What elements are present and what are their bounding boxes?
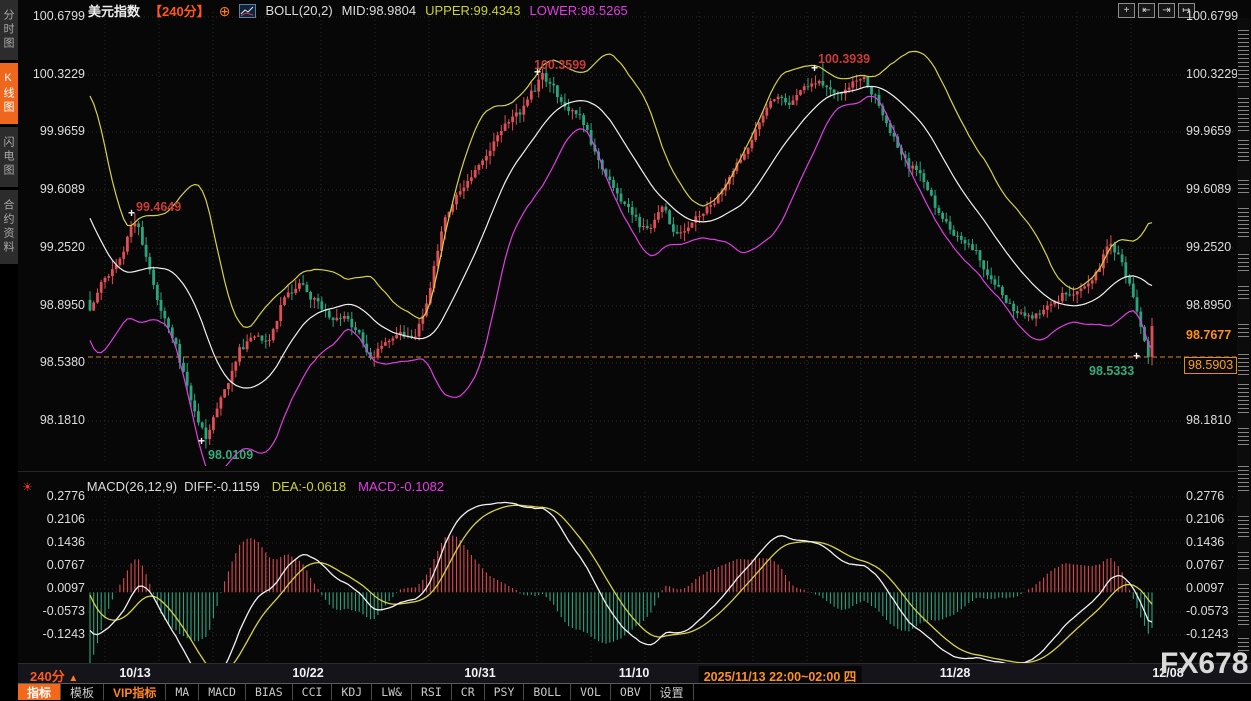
sidebar-item-3[interactable]: 合约资料: [0, 190, 18, 264]
left-sidebar: 分时图 K线图闪电图合约资料: [0, 0, 18, 699]
pan-icon[interactable]: +: [1118, 3, 1135, 18]
indicator-tab-7[interactable]: KDJ: [332, 684, 372, 700]
macd-tick-left: 0.2776: [24, 489, 85, 503]
indicator-tab-5[interactable]: BIAS: [246, 684, 293, 700]
extreme-price-label: 100.3939: [818, 52, 870, 66]
macd-tick-left: 0.0767: [24, 558, 85, 572]
macd-tick-left: 0.2106: [24, 512, 85, 526]
macd-title: MACD(26,12,9): [87, 479, 177, 494]
extreme-marker-icon: +: [128, 206, 135, 220]
indicator-tab-0[interactable]: 指标: [18, 684, 61, 700]
extreme-marker-icon: +: [198, 434, 205, 448]
trading-terminal: 分时图 K线图闪电图合约资料 美元指数 【240分】 ⊕ BOLL(20,2) M…: [0, 0, 1251, 699]
macd-tick-left: 0.1436: [24, 535, 85, 549]
boll-indicator-label: BOLL(20,2): [265, 3, 332, 18]
macd-tick-right: 0.0097: [1186, 581, 1224, 595]
scroll-texture: [1238, 384, 1249, 414]
macd-macd-value: MACD:-0.1082: [358, 479, 444, 494]
sidebar-item-2[interactable]: 闪电图: [0, 127, 18, 187]
indicator-tab-2[interactable]: VIP指标: [104, 684, 166, 700]
macd-tick-right: 0.0767: [1186, 558, 1224, 572]
right-scroll-strip[interactable]: [1237, 18, 1250, 658]
scroll-texture: [1238, 286, 1249, 302]
extreme-price-label: 98.5333: [1089, 364, 1134, 378]
indicator-tab-1[interactable]: 模板: [61, 684, 104, 700]
indicator-tab-14[interactable]: OBV: [611, 684, 651, 700]
indicator-tab-10[interactable]: CR: [452, 684, 485, 700]
scroll-texture: [1238, 552, 1249, 570]
scroll-texture: [1238, 180, 1249, 194]
extreme-marker-icon: +: [811, 61, 818, 75]
extreme-price-label: 100.3599: [534, 58, 586, 72]
symbol-name: 美元指数: [88, 1, 140, 20]
macd-tick-right: 0.2106: [1186, 512, 1224, 526]
macd-tick-right: -0.1243: [1186, 627, 1228, 641]
indicator-tab-6[interactable]: CCI: [293, 684, 333, 700]
extreme-price-label: 99.4649: [136, 200, 181, 214]
time-label: 10/13: [119, 666, 150, 680]
scroll-texture: [1238, 354, 1249, 376]
scroll-texture: [1238, 516, 1249, 538]
period-label: 【240分】: [149, 1, 210, 20]
scroll-texture: [1238, 98, 1249, 134]
scroll-texture: [1238, 254, 1249, 274]
sidebar-item-0[interactable]: 分时图: [0, 0, 18, 60]
boll-mid-value: MID:98.9804: [342, 3, 416, 18]
indicator-tabbar: 指标模板VIP指标MAMACDBIASCCIKDJLW&RSICRPSYBOLL…: [18, 683, 1251, 700]
sidebar-item-1[interactable]: K线图: [0, 63, 18, 124]
add-indicator-icon[interactable]: ⊕: [219, 5, 231, 17]
time-axis: 240分 ▲ 10/1310/2210/3111/1011/2812/08202…: [18, 663, 1251, 684]
expand-bars-icon[interactable]: ⇥: [1158, 3, 1175, 18]
macd-tick-left: 0.0097: [24, 581, 85, 595]
indicator-tab-15[interactable]: 设置: [651, 684, 694, 700]
scroll-texture: [1238, 324, 1249, 338]
boll-upper-value: UPPER:99.4343: [425, 3, 520, 18]
scroll-texture: [1238, 466, 1249, 492]
indicator-tab-8[interactable]: LW&: [372, 684, 412, 700]
macd-diff-value: DIFF:-0.1159: [184, 479, 260, 494]
indicator-tab-13[interactable]: VOL: [571, 684, 611, 700]
time-label: 10/31: [464, 666, 495, 680]
macd-tick-right: 0.1436: [1186, 535, 1224, 549]
indicator-tab-4[interactable]: MACD: [199, 684, 246, 700]
indicator-tab-3[interactable]: MA: [166, 684, 199, 700]
chart-type-icon[interactable]: [239, 4, 256, 18]
scroll-texture: [1238, 428, 1249, 446]
macd-tick-right: 0.2776: [1186, 489, 1224, 503]
scroll-texture: [1238, 584, 1249, 626]
compress-bars-icon[interactable]: ⇤: [1138, 3, 1155, 18]
chart-header: 美元指数 【240分】 ⊕ BOLL(20,2) MID:98.9804 UPP…: [88, 2, 628, 19]
period-text: 240分: [30, 669, 65, 684]
macd-tick-left: -0.0573: [24, 604, 85, 618]
scroll-texture: [1238, 208, 1249, 238]
macd-header: ☀ MACD(26,12,9) DIFF:-0.1159 DEA:-0.0618…: [22, 479, 444, 494]
macd-axis-left: 0.2776 0.2106 0.1436 0.0767 0.0097 -0.0573 -0.…: [24, 0, 85, 699]
extreme-price-label: 98.0109: [208, 448, 253, 462]
indicator-tab-11[interactable]: PSY: [485, 684, 525, 700]
indicator-tab-12[interactable]: BOLL: [524, 684, 571, 700]
scroll-texture: [1238, 140, 1249, 164]
macd-tick-right: -0.0573: [1186, 604, 1228, 618]
indicator-tab-9[interactable]: RSI: [412, 684, 452, 700]
time-label: 11/10: [619, 666, 650, 680]
chart-toolbar-icons: +⇤⇥↦: [1118, 3, 1195, 18]
watermark: FX678: [1160, 647, 1248, 681]
extreme-marker-icon: +: [1133, 349, 1140, 363]
candlestick-macd-chart[interactable]: [0, 0, 1251, 699]
extreme-marker-icon: +: [534, 65, 541, 79]
scroll-texture: [1238, 30, 1249, 88]
boll-lower-value: LOWER:98.5265: [530, 3, 628, 18]
time-label: 10/22: [292, 666, 323, 680]
macd-tick-left: -0.1243: [24, 627, 85, 641]
time-label: 11/28: [940, 666, 971, 680]
macd-dea-value: DEA:-0.0618: [272, 479, 346, 494]
